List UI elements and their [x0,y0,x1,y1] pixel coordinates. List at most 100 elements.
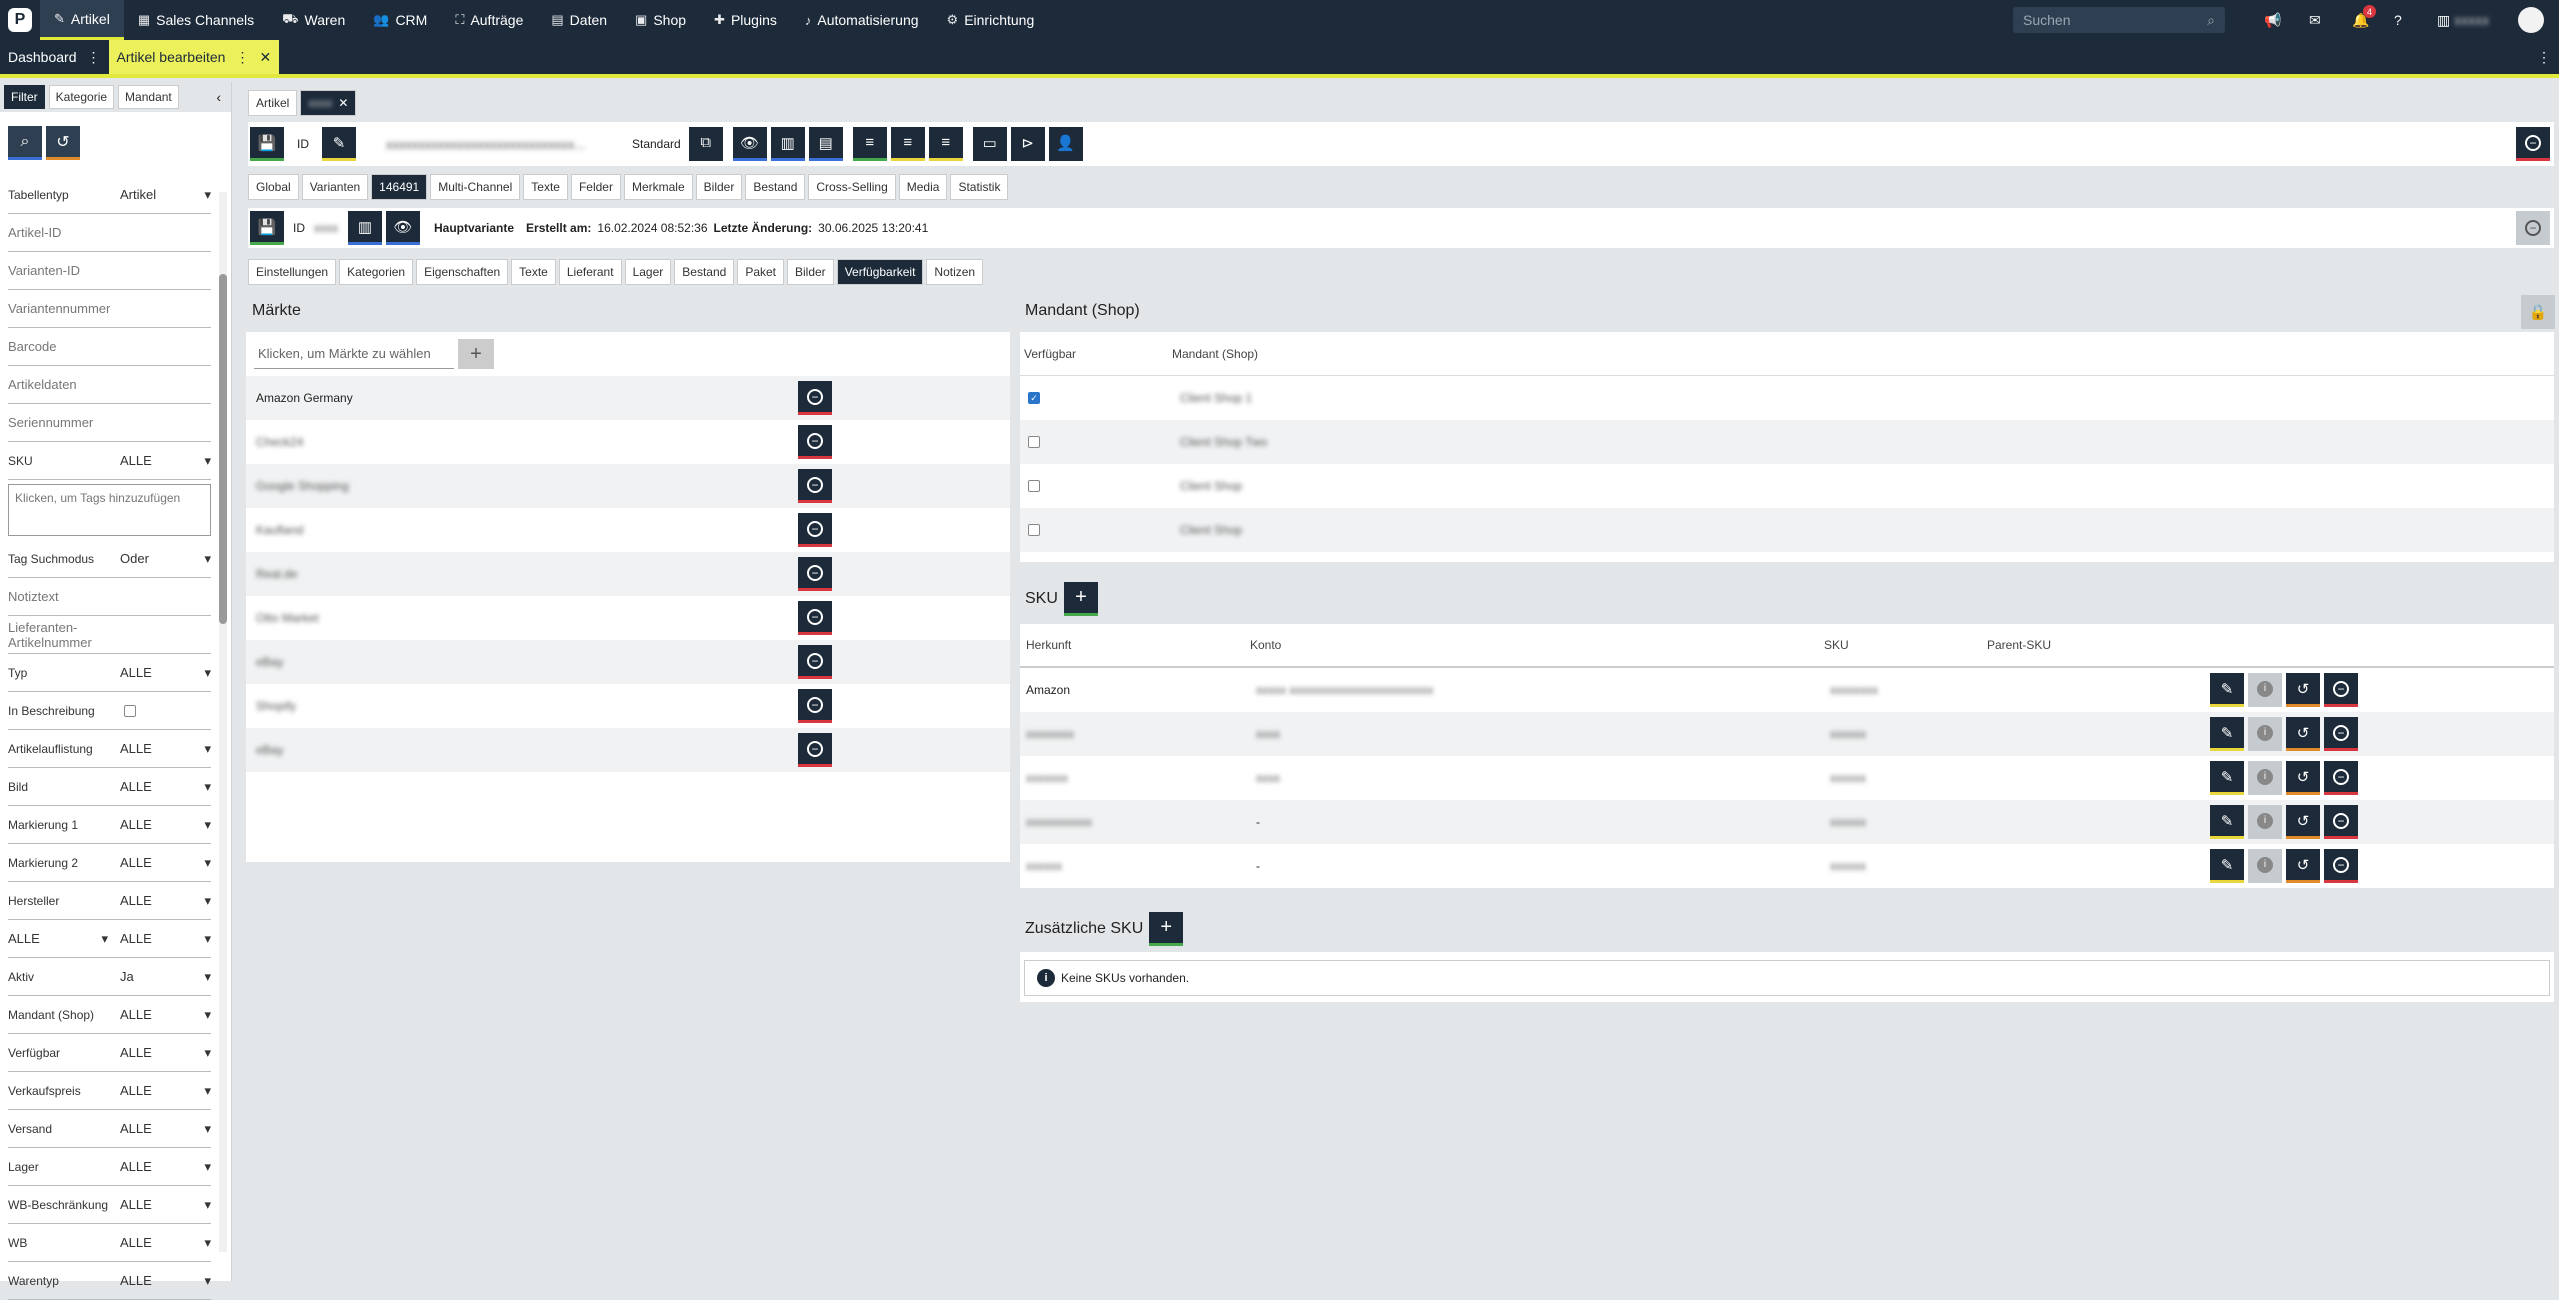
variant-tab-item[interactable]: Bestand [674,259,735,285]
save-button[interactable]: 💾 [250,127,284,161]
label-button[interactable]: ▤ [808,127,843,161]
view-button[interactable]: 👁 [732,127,767,161]
edit-sku-button[interactable]: ✎ [2210,761,2244,795]
remove-sku-button[interactable]: − [2324,673,2358,707]
nav-shop[interactable]: ▣ Shop [621,0,700,40]
megaphone-icon[interactable]: 📢 [2264,12,2281,29]
nav-sales-channels[interactable]: ▦ Sales Channels [124,0,268,40]
filter-row[interactable]: Barcode [8,328,211,366]
remove-market-button[interactable]: − [798,645,832,679]
filter-select[interactable]: ALLE ▾ [120,453,215,469]
remove-market-button[interactable]: − [798,469,832,503]
filter-select[interactable]: ALLE ▾ [120,1159,215,1175]
nav-daten[interactable]: ▤ Daten [537,0,621,40]
barcode-button[interactable]: ▥ [348,211,382,245]
copy-button[interactable]: ⧉ [688,127,723,161]
tags-input[interactable]: Klicken, um Tags hinzuzufügen [8,484,211,536]
add-sku-button[interactable]: + [1063,582,1098,616]
info-button[interactable]: i [2248,717,2282,751]
article-tab-item[interactable]: Multi-Channel [430,174,521,200]
delete-button[interactable]: − [2516,127,2550,161]
save-variant-button[interactable]: 💾 [250,211,284,245]
article-tab[interactable]: xxxx ✕ [300,90,357,116]
filter-row[interactable]: Notiztext [8,578,211,616]
collapse-button[interactable]: − [2516,211,2550,245]
nav-waren[interactable]: ⛟ Waren [268,0,359,40]
close-icon[interactable]: ✕ [338,96,348,110]
article-tab-item[interactable]: Bilder [695,174,743,200]
remove-market-button[interactable]: − [798,381,832,415]
filter-select[interactable]: ALLE ▾ [120,1121,215,1137]
variant-tab-item[interactable]: Einstellungen [248,259,337,285]
remove-sku-button[interactable]: − [2324,761,2358,795]
edit-list-button[interactable]: ≡ [890,127,925,161]
lock-icon[interactable]: 🔒 [2521,295,2555,329]
edit-sku-button[interactable]: ✎ [2210,849,2244,883]
filter-select[interactable]: ALLE ▾ [120,1007,215,1023]
scrollbar[interactable] [219,192,227,1252]
filter-select[interactable]: ALLE ▾ [8,931,108,947]
filter-select[interactable]: Artikel ▾ [120,187,215,203]
collapse-icon[interactable]: ‹ [216,89,231,105]
view-button[interactable]: 👁 [386,211,420,245]
monitor-button[interactable]: ▭ [972,127,1007,161]
filter-row[interactable]: Varianten-ID [8,252,211,290]
nav-automatisierung[interactable]: ♪ Automatisierung [791,0,933,40]
variant-tab-item[interactable]: Texte [511,259,556,285]
info-button[interactable]: i [2248,673,2282,707]
more-icon[interactable]: ⋮ [87,49,101,66]
remove-market-button[interactable]: − [798,689,832,723]
add-list-button[interactable]: ≡ [852,127,887,161]
nav-artikel[interactable]: ✎ Artikel [40,0,124,40]
filter-select[interactable]: ALLE ▾ [120,665,215,681]
undo-sku-button[interactable]: ↺ [2286,673,2320,707]
variant-tab-item[interactable]: Bilder [787,259,834,285]
markets-select[interactable]: Klicken, um Märkte zu wählen [254,339,454,369]
close-icon[interactable]: ✕ [259,49,271,66]
remove-market-button[interactable]: − [798,513,832,547]
edit-sku-button[interactable]: ✎ [2210,717,2244,751]
filter-select[interactable]: ALLE ▾ [120,1197,215,1213]
article-tab-item[interactable]: Media [898,174,948,200]
article-tab-item[interactable]: Statistik [950,174,1009,200]
variant-tab-item[interactable]: Paket [737,259,784,285]
reset-button[interactable]: ↺ [46,126,80,160]
filter-row[interactable]: Artikeldaten [8,366,211,404]
remove-market-button[interactable]: − [798,601,832,635]
available-checkbox[interactable]: ✓ [1028,392,1040,404]
help-icon[interactable]: ? [2394,12,2402,28]
remove-market-button[interactable]: − [798,557,832,591]
variant-tab-item[interactable]: Notizen [926,259,984,285]
search-button[interactable]: ⌕ [8,126,42,160]
more-icon[interactable]: ⋮ [2529,40,2559,74]
filter-select[interactable]: ALLE ▾ [120,1235,215,1251]
nav-plugins[interactable]: ✚ Plugins [700,0,791,40]
available-checkbox[interactable] [1028,436,1040,448]
filter-row[interactable]: Seriennummer [8,404,211,442]
filter-select[interactable]: ALLE ▾ [120,855,215,871]
tab-mandant[interactable]: Mandant [118,85,179,109]
add-market-button[interactable]: + [458,339,494,369]
info-button[interactable]: i [2248,805,2282,839]
edit-sku-button[interactable]: ✎ [2210,805,2244,839]
available-checkbox[interactable] [1028,524,1040,536]
article-tab-item[interactable]: Bestand [745,174,806,200]
article-tab-item[interactable]: Varianten [301,174,369,200]
variant-tab-item[interactable]: Lieferant [558,259,622,285]
filter-select[interactable]: Oder ▾ [120,551,215,567]
undo-sku-button[interactable]: ↺ [2286,849,2320,883]
info-button[interactable]: i [2248,761,2282,795]
list-settings-button[interactable]: ≡ [928,127,963,161]
tag-button[interactable]: ⊳ [1010,127,1045,161]
info-button[interactable]: i [2248,849,2282,883]
tab-artikel-bearbeiten[interactable]: Artikel bearbeiten ⋮ ✕ [108,40,280,74]
undo-sku-button[interactable]: ↺ [2286,717,2320,751]
undo-sku-button[interactable]: ↺ [2286,805,2320,839]
breadcrumb[interactable]: Artikel [248,90,298,116]
add-extra-sku-button[interactable]: + [1149,912,1184,946]
person-button[interactable]: 👤 [1048,127,1083,161]
filter-select[interactable]: ALLE ▾ [120,741,215,757]
remove-sku-button[interactable]: − [2324,717,2358,751]
remove-sku-button[interactable]: − [2324,849,2358,883]
article-tab-item[interactable]: Cross-Selling [808,174,896,200]
